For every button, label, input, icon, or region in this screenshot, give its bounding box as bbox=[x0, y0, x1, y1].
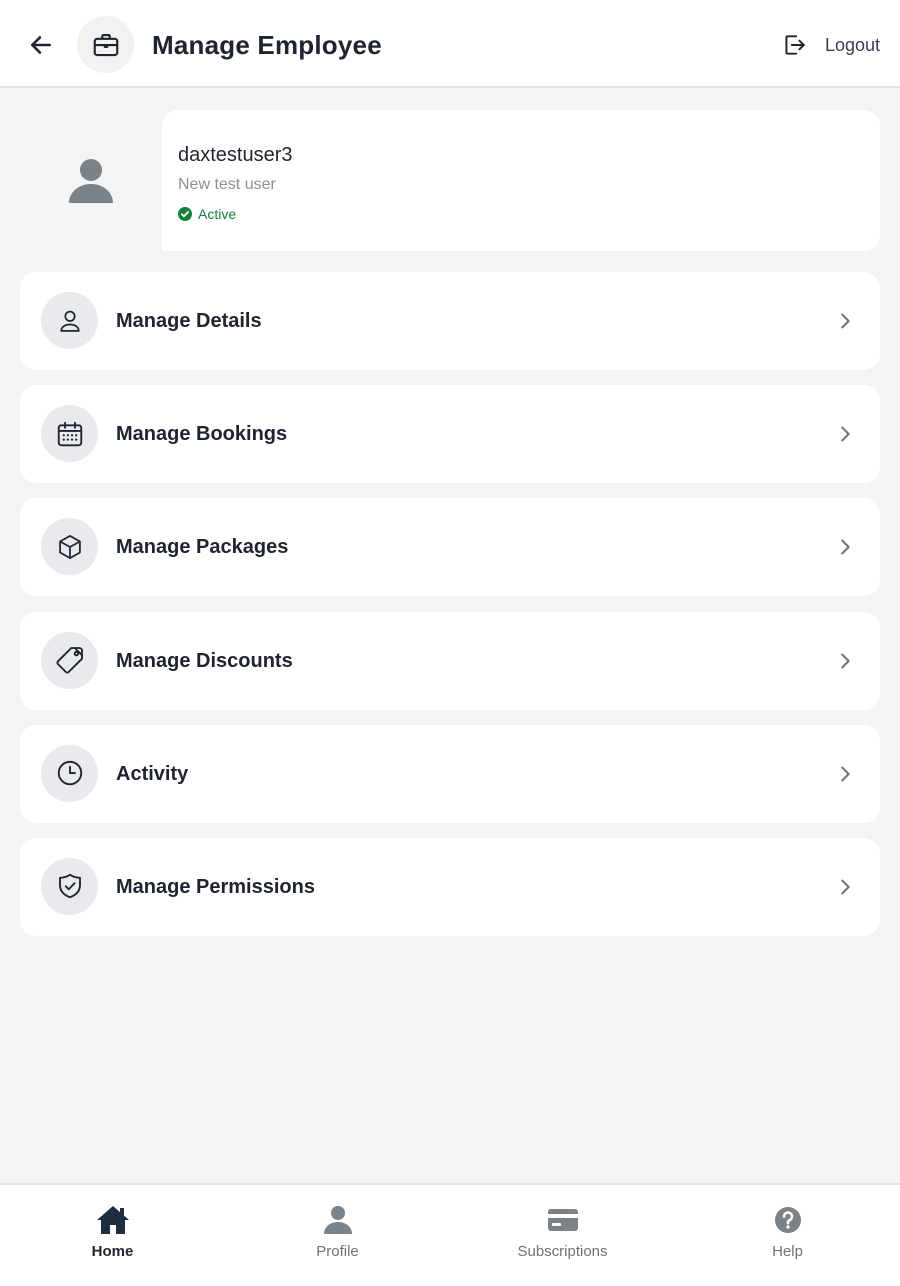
menu-item-manage-permissions[interactable]: Manage Permissions bbox=[20, 837, 880, 936]
menu-icon-badge bbox=[41, 744, 98, 802]
menu-label: Activity bbox=[116, 762, 189, 785]
arrow-left-icon bbox=[31, 36, 51, 54]
menu-label: Manage Bookings bbox=[116, 423, 288, 446]
menu-icon-badge bbox=[41, 405, 98, 463]
user-icon bbox=[59, 310, 80, 332]
nav-item-subscriptions[interactable]: Subscriptions bbox=[450, 1185, 675, 1286]
employee-description: New test user bbox=[178, 176, 276, 193]
menu-item-manage-discounts[interactable]: Manage Discounts bbox=[20, 611, 880, 710]
menu-icon-badge bbox=[41, 292, 98, 349]
logout-icon bbox=[785, 35, 805, 55]
nav-label: Subscriptions bbox=[517, 1243, 608, 1260]
app-header: Manage Employee Logout bbox=[0, 0, 900, 88]
menu-label: Manage Details bbox=[116, 310, 262, 332]
logout-label: Logout bbox=[824, 34, 880, 55]
shield-check-icon bbox=[58, 874, 81, 899]
tag-icon bbox=[56, 647, 83, 674]
bottom-navigation: Home Profile Subscriptions Help bbox=[0, 1183, 900, 1286]
user-avatar-icon bbox=[69, 158, 113, 203]
menu-item-manage-details[interactable]: Manage Details bbox=[20, 272, 880, 370]
menu-item-manage-packages[interactable]: Manage Packages bbox=[20, 498, 880, 597]
manage-menu: Manage Details Manage Bookings Manage Pa… bbox=[20, 272, 880, 951]
employee-profile-card: daxtestuser3 New test user Active bbox=[162, 110, 880, 251]
nav-item-home[interactable]: Home bbox=[0, 1185, 225, 1286]
page-title: Manage Employee bbox=[152, 30, 382, 60]
menu-item-activity[interactable]: Activity bbox=[20, 724, 880, 823]
menu-icon-badge bbox=[41, 857, 98, 915]
chevron-right-icon bbox=[841, 313, 850, 329]
chevron-right-icon bbox=[841, 539, 850, 555]
nav-label: Home bbox=[91, 1243, 134, 1260]
help-icon bbox=[774, 1207, 801, 1233]
nav-label: Profile bbox=[316, 1243, 359, 1260]
menu-item-manage-bookings[interactable]: Manage Bookings bbox=[20, 385, 880, 484]
chevron-right-icon bbox=[841, 879, 850, 895]
nav-item-profile[interactable]: Profile bbox=[225, 1185, 450, 1286]
menu-label: Manage Packages bbox=[116, 536, 289, 559]
logout-button[interactable]: Logout bbox=[781, 28, 880, 62]
menu-label: Manage Discounts bbox=[116, 649, 293, 672]
check-circle-icon bbox=[178, 207, 192, 221]
back-button[interactable] bbox=[22, 26, 60, 64]
title-icon-badge bbox=[77, 16, 134, 73]
chevron-right-icon bbox=[841, 653, 850, 668]
package-icon bbox=[58, 534, 81, 559]
nav-label: Help bbox=[772, 1243, 803, 1260]
menu-icon-badge bbox=[41, 518, 98, 576]
status-badge: Active bbox=[178, 206, 236, 222]
employee-name: daxtestuser3 bbox=[178, 144, 293, 166]
home-icon bbox=[96, 1206, 129, 1234]
calendar-icon bbox=[57, 421, 82, 446]
employee-avatar bbox=[20, 110, 162, 251]
briefcase-icon bbox=[93, 33, 118, 56]
menu-label: Manage Permissions bbox=[116, 875, 315, 898]
menu-icon-badge bbox=[41, 631, 98, 689]
chevron-right-icon bbox=[841, 766, 850, 782]
clock-icon bbox=[57, 761, 82, 786]
profile-icon bbox=[323, 1206, 352, 1234]
status-label: Active bbox=[198, 206, 237, 222]
nav-item-help[interactable]: Help bbox=[675, 1185, 900, 1286]
card-icon bbox=[547, 1209, 578, 1231]
chevron-right-icon bbox=[841, 426, 850, 442]
